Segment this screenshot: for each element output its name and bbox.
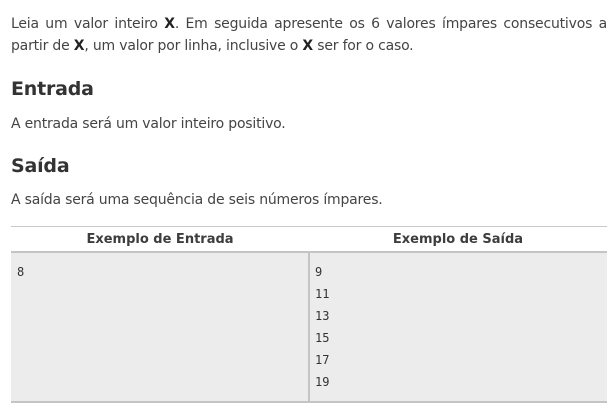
- description-line-1: Leia um valor inteiro X. Em seguida apre…: [11, 13, 607, 35]
- description-text: . Em seguida apresente os 6 valores ímpa…: [174, 16, 607, 32]
- description-line-2: partir de X, um valor por linha, inclusi…: [11, 35, 607, 57]
- description-text: ser for o caso.: [313, 38, 414, 54]
- output-line: 15: [315, 331, 330, 345]
- output-line: 19: [315, 375, 330, 389]
- input-line: 8: [17, 265, 25, 279]
- entrada-heading: Entrada: [11, 78, 94, 100]
- output-line: 9: [315, 265, 323, 279]
- example-input-header: Exemplo de Entrada: [11, 226, 309, 253]
- entrada-text: A entrada será um valor inteiro positivo…: [11, 116, 286, 132]
- example-output-cell: 9 11 13 15 17 19: [309, 252, 607, 403]
- saida-text: A saída será uma sequência de seis númer…: [11, 192, 383, 208]
- example-input-cell: 8: [11, 252, 310, 403]
- example-table: Exemplo de Entrada Exemplo de Saída 8 9 …: [11, 226, 607, 403]
- output-line: 17: [315, 353, 330, 367]
- example-output-header: Exemplo de Saída: [309, 226, 607, 253]
- description-text: , um valor por linha, inclusive o: [84, 38, 303, 54]
- example-table-row: 8 9 11 13 15 17 19: [11, 252, 607, 403]
- variable-x: X: [73, 38, 85, 54]
- variable-x: X: [164, 16, 175, 32]
- example-table-header-row: Exemplo de Entrada Exemplo de Saída: [11, 226, 607, 253]
- description-text: Leia um valor inteiro: [11, 16, 165, 32]
- saida-heading: Saída: [11, 155, 70, 177]
- output-line: 11: [315, 287, 330, 301]
- problem-description: Leia um valor inteiro X. Em seguida apre…: [11, 13, 607, 57]
- output-line: 13: [315, 309, 330, 323]
- variable-x: X: [302, 38, 314, 54]
- description-text: partir de: [11, 38, 74, 54]
